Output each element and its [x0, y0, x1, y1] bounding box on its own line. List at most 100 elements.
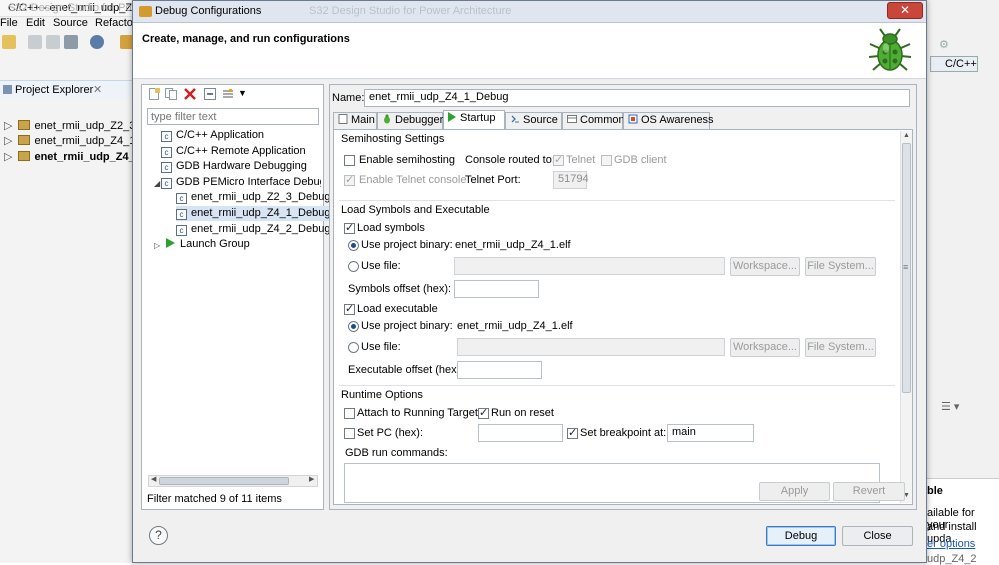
content-vertical-scrollbar[interactable]: ▲ ≡ ▼ [900, 131, 912, 503]
exec-use-project-binary-radio[interactable] [348, 321, 359, 332]
c-icon: c [176, 225, 187, 236]
new-icon[interactable] [2, 35, 16, 49]
print-icon[interactable] [64, 35, 78, 49]
revert-button[interactable]: Revert [833, 482, 905, 501]
symbols-use-project-binary-radio[interactable] [348, 240, 359, 251]
set-breakpoint-checkbox[interactable] [567, 426, 578, 439]
tab-main[interactable]: Main [333, 112, 377, 129]
build-icon[interactable] [90, 35, 104, 49]
run-on-reset-checkbox[interactable] [478, 406, 489, 419]
c-icon: c [161, 131, 172, 142]
tree-item-cpp-remote-application[interactable]: c C/C++ Remote Application [161, 144, 306, 159]
new-configuration-icon[interactable] [148, 88, 160, 100]
gdb-client-checkbox[interactable] [601, 155, 612, 166]
chevron-right-icon[interactable]: ▷ [4, 135, 12, 147]
chevron-right-icon[interactable]: ▷ [4, 120, 12, 132]
configuration-tree-pane: ▼ ◢ ▷ c C/C++ Application c C/C++ Remote A… [141, 84, 333, 510]
symbols-binary-value: enet_rmii_udp_Z4_1.elf [455, 239, 571, 251]
tab-debugger[interactable]: Debugger [377, 112, 443, 129]
tree-item-gdb-pemicro[interactable]: c GDB PEMicro Interface Debugg [161, 175, 321, 190]
close-icon[interactable]: ✕ [93, 83, 102, 96]
help-icon[interactable]: ? [149, 526, 168, 545]
scrollbar-thumb[interactable] [159, 477, 289, 485]
configuration-name-input[interactable]: enet_rmii_udp_Z4_1_Debug [364, 89, 910, 107]
project-item[interactable]: ▷ enet_rmii_udp_Z4_2: [4, 150, 145, 163]
duplicate-icon[interactable] [165, 88, 177, 100]
exec-file-system-button[interactable]: File System... [805, 338, 876, 357]
runtime-options-title: Runtime Options [341, 389, 423, 401]
tree-collapsed-icon[interactable]: ▷ [154, 241, 160, 250]
dialog-title-bar[interactable]: Debug Configurations S32 Design Studio f… [133, 1, 926, 23]
tab-common[interactable]: Common [562, 112, 625, 129]
menu-edit[interactable]: Edit [26, 17, 45, 29]
attach-running-target-checkbox[interactable] [344, 408, 355, 419]
symbols-offset-input[interactable] [454, 280, 539, 298]
tree-item-launch-group[interactable]: Launch Group [166, 237, 250, 252]
symbols-file-field[interactable] [454, 257, 725, 275]
attach-running-target-label: Attach to Running Target [357, 407, 478, 419]
scroll-left-icon[interactable]: ◀ [151, 475, 156, 483]
tree-item-z4-2-debug[interactable]: c enet_rmii_udp_Z4_2_Debug [176, 222, 330, 237]
save-all-icon[interactable] [46, 35, 60, 49]
menu-source[interactable]: Source [53, 17, 88, 29]
updates-options-link[interactable]: er options [927, 538, 975, 550]
project-item[interactable]: ▷ enet_rmii_udp_Z4_1: D [4, 134, 149, 147]
scroll-right-icon[interactable]: ▶ [309, 475, 314, 483]
filter-icon[interactable] [222, 88, 234, 100]
tree-item-cpp-application[interactable]: c C/C++ Application [161, 128, 264, 143]
load-executable-checkbox[interactable] [344, 302, 355, 315]
updates-heading: ble [927, 485, 943, 497]
filter-status: Filter matched 9 of 11 items [147, 493, 282, 505]
dialog-header: Create, manage, and run configurations [133, 23, 926, 79]
telnet-label: Telnet [566, 154, 596, 166]
delete-icon[interactable] [184, 88, 196, 100]
gear-icon[interactable]: ⚙ [939, 38, 949, 51]
enable-semihosting-checkbox[interactable] [344, 155, 355, 166]
symbols-workspace-button[interactable]: Workspace... [730, 257, 800, 276]
exec-file-field[interactable] [457, 338, 725, 356]
project-item[interactable]: ▷ enet_rmii_udp_Z2_3: D [4, 119, 149, 132]
symbols-file-system-button[interactable]: File System... [805, 257, 876, 276]
debug-button[interactable]: Debug [766, 526, 836, 546]
tab-startup[interactable]: Startup [443, 110, 505, 129]
enable-telnet-console-checkbox[interactable] [344, 173, 355, 186]
debug-configurations-dialog: Debug Configurations S32 Design Studio f… [132, 0, 927, 563]
tree-expanded-icon[interactable]: ◢ [154, 179, 160, 188]
tab-os-awareness[interactable]: OS Awareness [623, 112, 714, 129]
telnet-port-field[interactable]: 51794 [553, 171, 589, 189]
chevron-down-icon[interactable]: ▼ [238, 88, 248, 100]
use-project-binary-label: Use project binary: [361, 239, 453, 251]
exec-offset-input[interactable] [457, 361, 542, 379]
set-pc-checkbox[interactable] [344, 428, 355, 439]
menu-file[interactable]: File [0, 17, 18, 29]
semihosting-settings-title: Semihosting Settings [341, 133, 445, 145]
chevron-right-icon[interactable]: ▷ [4, 151, 12, 163]
telnet-checkbox[interactable] [553, 153, 564, 166]
breakpoint-input[interactable]: main [667, 424, 754, 442]
exec-workspace-button[interactable]: Workspace... [730, 338, 800, 357]
close-button[interactable]: Close [842, 526, 913, 546]
c-icon: c [176, 193, 187, 204]
tree-item-z4-1-debug[interactable]: c enet_rmii_udp_Z4_1_Debug [176, 206, 333, 221]
tree-item-z2-3-debug[interactable]: c enet_rmii_udp_Z2_3_Debug [176, 190, 330, 205]
console-routed-label: Console routed to: [465, 154, 555, 166]
save-icon[interactable] [28, 35, 42, 49]
filter-input[interactable] [147, 108, 319, 125]
perspective-cpp-button[interactable]: C/C++ [930, 56, 978, 72]
symbols-use-file-radio[interactable] [348, 261, 359, 272]
tree-item-gdb-hardware-debugging[interactable]: c GDB Hardware Debugging [161, 159, 307, 174]
tree-horizontal-scrollbar[interactable]: ◀ ▶ [148, 475, 318, 487]
ide-menubar: File Edit Source Refacto [0, 17, 140, 32]
load-symbols-checkbox[interactable] [344, 221, 355, 234]
apply-button[interactable]: Apply [759, 482, 830, 501]
exec-use-file-radio[interactable] [348, 342, 359, 353]
view-menu-icon[interactable]: ☰ ▾ [941, 400, 959, 413]
close-window-button[interactable]: ✕ [887, 2, 923, 19]
tab-source[interactable]: Source [505, 112, 562, 129]
collapse-all-icon[interactable] [204, 88, 216, 100]
tab-label: Startup [460, 112, 496, 124]
set-pc-input[interactable] [478, 424, 563, 442]
scroll-up-icon[interactable]: ▲ [903, 132, 910, 139]
menu-refactor[interactable]: Refacto [95, 17, 133, 29]
load-symbols-label: Load symbols [357, 222, 425, 234]
